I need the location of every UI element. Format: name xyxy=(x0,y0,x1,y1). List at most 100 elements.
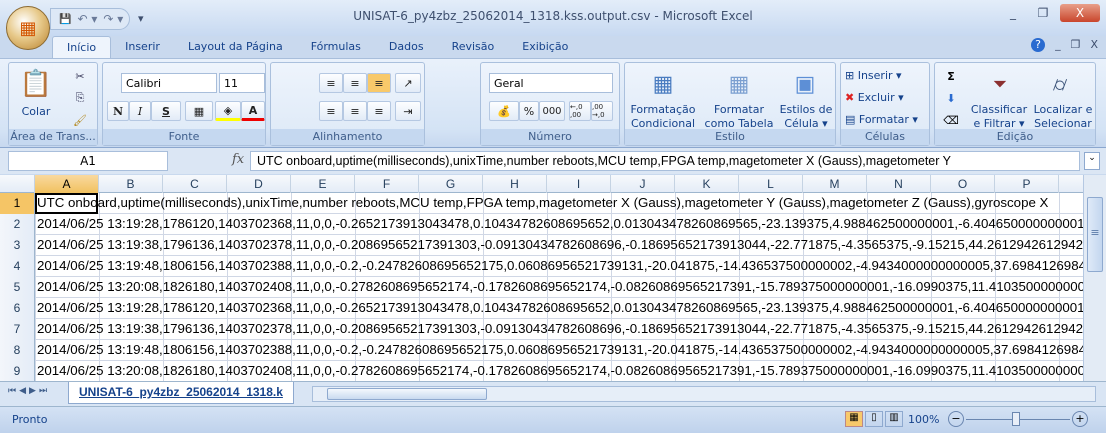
sheet-nav-arrows-icon[interactable]: ⏮◀▶⏭ xyxy=(8,386,50,396)
conditional-format-icon[interactable]: ▦ xyxy=(649,69,677,99)
ribbon-restore-icon[interactable]: ❐ xyxy=(1071,38,1081,52)
clear-icon[interactable]: ⌫ xyxy=(941,111,961,129)
save-icon[interactable]: 💾 xyxy=(59,14,71,25)
column-header-d[interactable]: D xyxy=(227,175,291,193)
cell-a3[interactable]: 2014/06/25 13:19:38,1796136,1403702378,1… xyxy=(36,235,1083,255)
font-name-select[interactable]: Calibri xyxy=(121,73,217,93)
zoom-in-button[interactable]: + xyxy=(1072,411,1088,427)
align-top-icon[interactable]: ≡ xyxy=(319,73,343,93)
name-box[interactable]: A1 xyxy=(8,151,168,171)
formula-input[interactable]: UTC onboard,uptime(milliseconds),unixTim… xyxy=(250,151,1080,171)
cell-styles-button[interactable]: Estilos de Célula ▾ xyxy=(777,103,835,131)
tab-exibicao[interactable]: Exibição xyxy=(508,36,582,58)
cell-a8[interactable]: 2014/06/25 13:19:48,1806156,1403702388,1… xyxy=(36,340,1083,360)
sort-filter-icon[interactable]: ⏷ xyxy=(985,67,1015,101)
font-color-icon[interactable]: A xyxy=(241,101,265,121)
row-header[interactable]: 2 xyxy=(0,214,35,235)
zoom-level[interactable]: 100% xyxy=(908,413,939,426)
cell-a5[interactable]: 2014/06/25 13:20:08,1826180,1403702408,1… xyxy=(36,277,1083,297)
insert-cells-button[interactable]: ⊞ Inserir ▾ xyxy=(845,69,902,83)
column-header-h[interactable]: H xyxy=(483,175,547,193)
fill-icon[interactable]: ⬇ xyxy=(941,89,961,107)
row-header[interactable]: 9 xyxy=(0,361,35,381)
format-cells-button[interactable]: ▤ Formatar ▾ xyxy=(845,113,918,127)
cell-a1[interactable]: UTC onboard,uptime(milliseconds),unixTim… xyxy=(36,193,1048,213)
expand-formula-bar-icon[interactable]: ⌄ xyxy=(1084,152,1100,170)
row-header[interactable]: 4 xyxy=(0,256,35,277)
format-table-icon[interactable]: ▦ xyxy=(725,69,753,99)
column-header-i[interactable]: I xyxy=(547,175,611,193)
row-header[interactable]: 3 xyxy=(0,235,35,256)
number-format-select[interactable]: Geral xyxy=(489,73,613,93)
spreadsheet-grid[interactable]: ABCDEFGHIJKLMNOP 1 UTC onboard,uptime(mi… xyxy=(0,175,1083,381)
decrease-decimal-button[interactable]: ,00 →,0 xyxy=(591,101,613,121)
cut-icon[interactable]: ✂ xyxy=(71,67,89,85)
align-right-icon[interactable]: ≡ xyxy=(367,101,391,121)
page-layout-view-icon[interactable]: ▯ xyxy=(865,411,883,427)
column-header-n[interactable]: N xyxy=(867,175,931,193)
row-header[interactable]: 6 xyxy=(0,298,35,319)
ribbon-minimize-icon[interactable]: _ xyxy=(1055,38,1061,52)
customize-qat-icon[interactable]: ▾ xyxy=(138,12,144,25)
select-all-corner[interactable] xyxy=(0,175,35,193)
column-header-j[interactable]: J xyxy=(611,175,675,193)
page-break-view-icon[interactable]: ▥ xyxy=(885,411,903,427)
column-header-partial[interactable] xyxy=(1059,175,1083,193)
column-header-b[interactable]: B xyxy=(99,175,163,193)
copy-icon[interactable]: ⎘ xyxy=(71,89,89,107)
minimize-button[interactable]: _ xyxy=(1000,4,1026,22)
cell-a6[interactable]: 2014/06/25 13:19:28,1786120,1403702368,1… xyxy=(36,298,1083,318)
insert-function-icon[interactable]: fx xyxy=(232,152,244,167)
column-header-k[interactable]: K xyxy=(675,175,739,193)
format-painter-icon[interactable]: 🖌 xyxy=(71,111,89,129)
row-header[interactable]: 8 xyxy=(0,340,35,361)
borders-icon[interactable]: ▦ xyxy=(185,101,213,121)
column-header-f[interactable]: F xyxy=(355,175,419,193)
delete-cells-button[interactable]: ✖ Excluir ▾ xyxy=(845,91,904,105)
office-button[interactable]: ▦ xyxy=(6,6,50,50)
italic-button[interactable]: I xyxy=(129,101,151,121)
normal-view-icon[interactable]: ▦ xyxy=(845,411,863,427)
increase-decimal-button[interactable]: ←,0 ,00 xyxy=(569,101,591,121)
row-header[interactable]: 7 xyxy=(0,319,35,340)
currency-icon[interactable]: 💰 xyxy=(489,101,519,121)
row-header[interactable]: 1 xyxy=(0,193,35,214)
horizontal-scrollbar[interactable] xyxy=(312,386,1096,402)
align-left-icon[interactable]: ≡ xyxy=(319,101,343,121)
cell-a2[interactable]: 2014/06/25 13:19:28,1786120,1403702368,1… xyxy=(36,214,1083,234)
ribbon-close-icon[interactable]: X xyxy=(1090,38,1098,52)
underline-button[interactable]: S xyxy=(151,101,181,121)
indent-icon[interactable]: ⇥ xyxy=(395,101,421,121)
cell-a4[interactable]: 2014/06/25 13:19:48,1806156,1403702388,1… xyxy=(36,256,1083,276)
sheet-tab[interactable]: UNISAT-6_py4zbz_25062014_1318.k xyxy=(68,382,294,404)
redo-icon[interactable]: ↷ ▾ xyxy=(103,12,123,26)
cell-a7[interactable]: 2014/06/25 13:19:38,1796136,1403702378,1… xyxy=(36,319,1083,339)
tab-layout[interactable]: Layout da Página xyxy=(174,36,297,58)
paste-icon[interactable]: 📋 xyxy=(20,67,52,101)
align-bottom-icon[interactable]: ≡ xyxy=(367,73,391,93)
help-icon[interactable]: ? xyxy=(1031,38,1046,52)
find-binoculars-icon[interactable]: ⌭ xyxy=(1045,67,1075,101)
paste-button[interactable]: Colar xyxy=(13,105,59,119)
close-button[interactable]: X xyxy=(1060,4,1100,22)
column-header-l[interactable]: L xyxy=(739,175,803,193)
cell-styles-icon[interactable]: ▣ xyxy=(791,69,819,99)
row-header[interactable]: 5 xyxy=(0,277,35,298)
column-header-m[interactable]: M xyxy=(803,175,867,193)
zoom-slider-thumb[interactable] xyxy=(1012,412,1020,426)
horizontal-scroll-thumb[interactable] xyxy=(327,388,487,400)
font-size-select[interactable]: 11 xyxy=(219,73,265,93)
sort-filter-button[interactable]: Classificar e Filtrar ▾ xyxy=(967,103,1031,131)
maximize-button[interactable]: ❐ xyxy=(1030,4,1056,22)
column-header-o[interactable]: O xyxy=(931,175,995,193)
column-header-c[interactable]: C xyxy=(163,175,227,193)
tab-revisao[interactable]: Revisão xyxy=(438,36,509,58)
fill-color-icon[interactable]: ◈ xyxy=(215,101,241,121)
thousands-button[interactable]: 000 xyxy=(539,101,565,121)
tab-formulas[interactable]: Fórmulas xyxy=(297,36,375,58)
vertical-scroll-thumb[interactable]: ≡ xyxy=(1087,197,1103,272)
align-center-icon[interactable]: ≡ xyxy=(343,101,367,121)
column-header-g[interactable]: G xyxy=(419,175,483,193)
zoom-out-button[interactable]: − xyxy=(948,411,964,427)
autosum-icon[interactable]: Σ xyxy=(941,67,961,85)
